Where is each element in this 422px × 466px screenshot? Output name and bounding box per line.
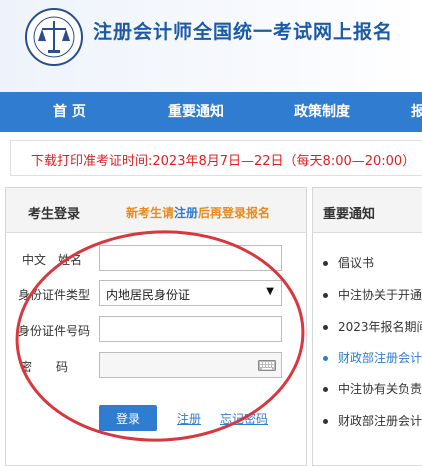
main-nav: 首 页 重要通知 政策制度 报	[0, 92, 422, 132]
news-item-text: 倡议书	[338, 256, 375, 270]
id-number-label: 身份证件号码	[18, 324, 91, 338]
login-button[interactable]: 登录	[99, 405, 157, 431]
news-item[interactable]: 财政部注册会计	[323, 412, 422, 429]
bullet-icon	[323, 387, 328, 392]
bullet-icon	[323, 356, 328, 361]
register-link[interactable]: 注册	[177, 410, 201, 427]
news-title: 重要通知	[323, 207, 376, 222]
news-item[interactable]: 中注协关于开通	[323, 286, 422, 303]
news-item-text: 2023年报名期间	[338, 320, 422, 334]
name-input[interactable]	[99, 245, 282, 271]
nav-item-home[interactable]: 首 页	[53, 92, 86, 132]
name-label: 中文 姓名	[22, 253, 83, 267]
news-item-text: 中注协关于开通	[338, 288, 422, 302]
notice-text: 下载打印准考证时间:2023年8月7日—22日（每天8:00—20:00）	[31, 154, 416, 169]
chevron-down-icon: ▼	[266, 286, 274, 297]
news-panel: 重要通知 倡议书 中注协关于开通 2023年报名期间 财政部注册会计 中注协有关…	[312, 187, 422, 466]
bullet-icon	[323, 293, 328, 298]
site-header: 注册会计师全国统一考试网上报名	[0, 0, 422, 92]
login-panel-header: 考生登录 新考生请注册后再登录报名	[6, 188, 306, 233]
news-item-text: 财政部注册会计	[338, 414, 422, 428]
id-number-input[interactable]	[99, 316, 282, 342]
id-type-select[interactable]: 内地居民身份证 ▼	[99, 280, 282, 306]
bullet-icon	[323, 261, 328, 266]
news-item[interactable]: 2023年报名期间	[323, 318, 422, 335]
nav-item-policies[interactable]: 政策制度	[294, 92, 350, 132]
id-type-label: 身份证件类型	[18, 288, 91, 302]
login-panel: 考生登录 新考生请注册后再登录报名 中文 姓名 身份证件类型 内地居民身份证 ▼…	[5, 187, 307, 466]
news-item-text: 中注协有关负责	[338, 382, 422, 396]
id-type-selected-value: 内地居民身份证	[106, 288, 191, 302]
notice-bar: 下载打印准考证时间:2023年8月7日—22日（每天8:00—20:00）	[10, 140, 422, 176]
news-item-text: 财政部注册会计	[338, 351, 422, 365]
register-hint-link[interactable]: 注册	[174, 206, 198, 220]
forgot-password-link[interactable]: 忘记密码	[220, 410, 268, 427]
register-hint-prefix: 新考生请	[126, 206, 175, 220]
news-item[interactable]: 财政部注册会计	[323, 349, 422, 366]
login-title: 考生登录	[28, 207, 81, 222]
keyboard-icon[interactable]	[258, 360, 276, 371]
news-item[interactable]: 倡议书	[323, 254, 374, 271]
register-hint-suffix: 后再登录报名	[198, 206, 271, 220]
bullet-icon	[323, 419, 328, 424]
cicpa-emblem-logo	[25, 8, 83, 66]
register-hint: 新考生请注册后再登录报名	[126, 204, 270, 221]
password-label: 密 码	[20, 360, 69, 374]
nav-item-registration[interactable]: 报	[411, 92, 422, 132]
password-input[interactable]	[99, 352, 282, 378]
site-title: 注册会计师全国统一考试网上报名	[93, 21, 394, 43]
news-item[interactable]: 中注协有关负责	[323, 380, 422, 397]
nav-item-important-notices[interactable]: 重要通知	[168, 92, 224, 132]
bullet-icon	[323, 325, 328, 330]
news-panel-header: 重要通知	[313, 188, 422, 233]
